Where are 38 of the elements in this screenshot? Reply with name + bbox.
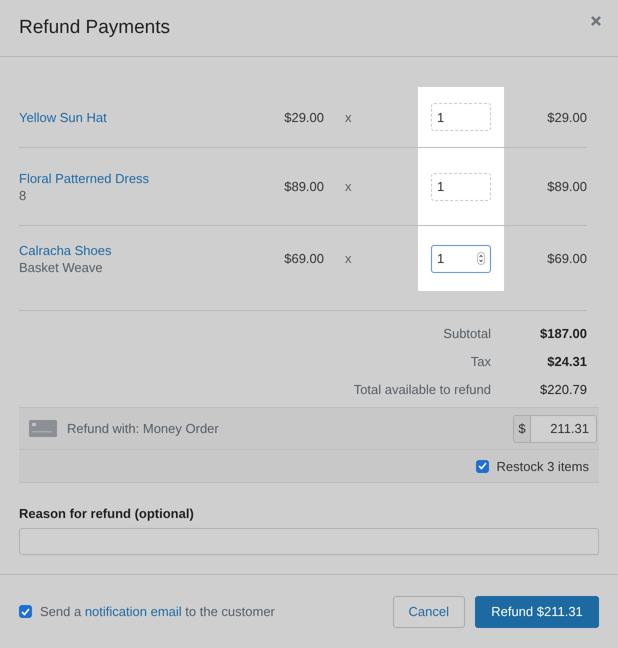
notification-email-link[interactable]: notification email [84,604,182,619]
product-link[interactable]: Yellow Sun Hat [19,110,244,124]
quantity-field[interactable]: 1 [431,103,491,131]
variant-text: 8 [19,188,28,202]
checkbox[interactable] [476,460,489,472]
unit-price: $69.00 [284,251,324,266]
total-value: $220.79 [539,382,587,397]
restock-label: Restock 3 items [496,458,589,474]
cancel-button[interactable]: Cancel [392,596,465,628]
dialog-title: Refund Payments [19,17,170,39]
reason-label: Reason for refund (optional) [19,506,195,521]
unit-price: $89.00 [284,179,324,194]
line-total: $89.00 [547,179,587,194]
total-value: $24.31 [546,354,587,369]
times-sign: x [345,179,352,194]
total-label: Subtotal [442,326,491,341]
amount-field[interactable]: $ 211.31 [513,414,597,442]
line-total: $69.00 [547,251,587,266]
close-icon[interactable] [591,16,601,26]
line-total: $29.00 [547,110,587,124]
product-link[interactable]: Floral Patterned Dress [19,170,244,186]
notify-text: Send a notification email to the customer [40,604,276,619]
quantity-field[interactable]: 1 [431,172,491,200]
reason-field[interactable] [19,528,599,555]
total-label: Tax [470,354,491,369]
times-sign: x [345,110,352,124]
payment-method-label: Refund with: Money Order [67,421,220,436]
unit-price: $29.00 [284,110,324,124]
refund-button[interactable]: Refund $211.31 [475,596,599,628]
checkbox[interactable] [19,605,32,618]
product-link[interactable]: Calracha Shoes [19,242,244,258]
total-value: $187.00 [539,326,587,341]
times-sign: x [345,251,352,266]
quantity-field[interactable]: 1 [431,244,491,272]
spinner-icon[interactable] [477,252,485,265]
variant-text: Basket Weave [19,260,104,274]
total-label: Total available to refund [352,382,491,397]
credit-card-icon [29,420,57,437]
